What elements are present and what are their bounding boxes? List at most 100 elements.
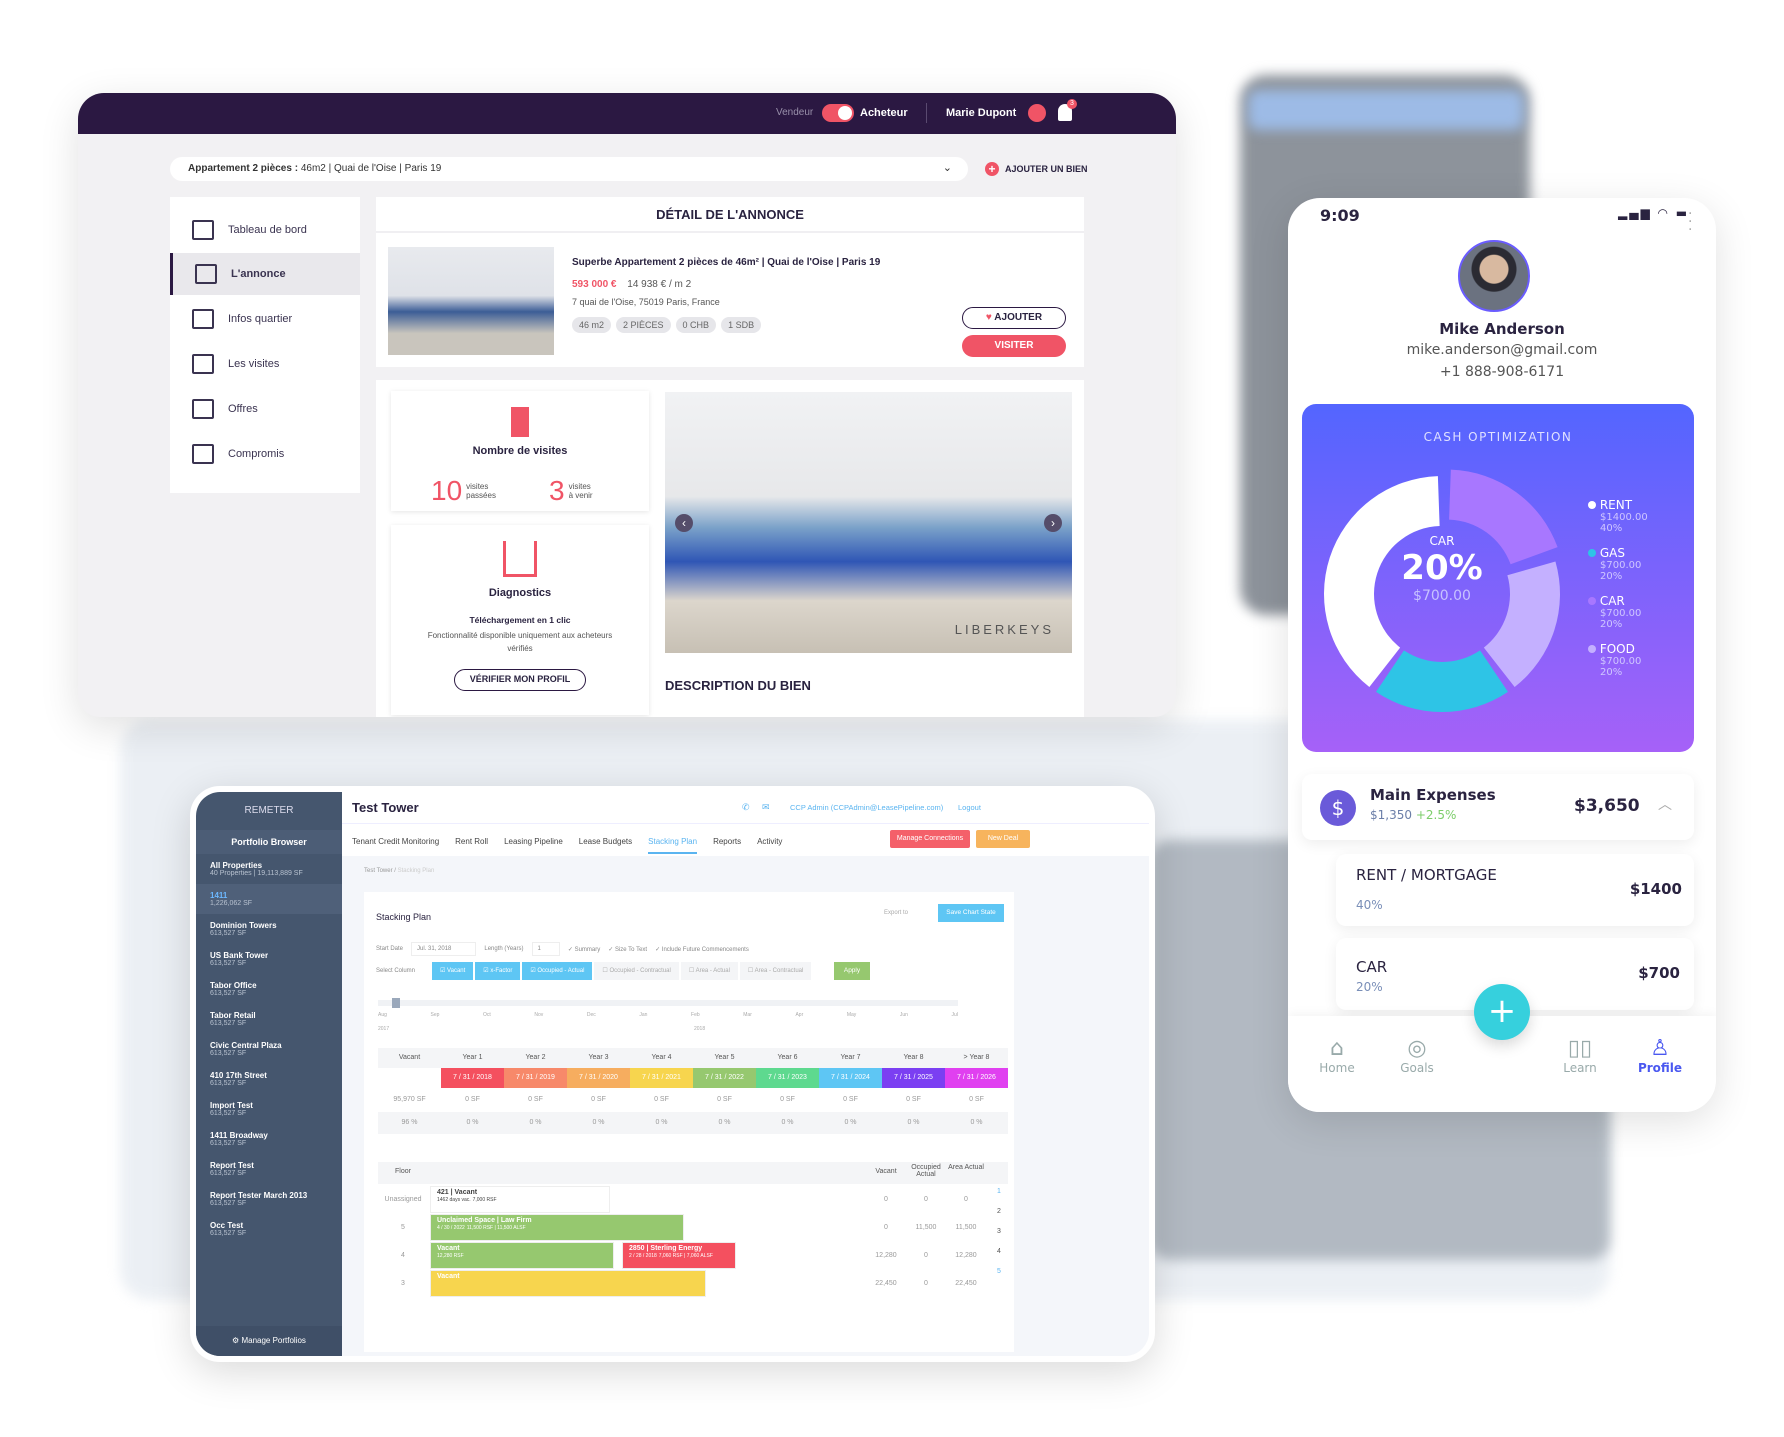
add-property-button[interactable]: + AJOUTER UN BIEN [985, 162, 1088, 176]
tab-rent-roll[interactable]: Rent Roll [455, 837, 488, 846]
page-number[interactable]: 3 [992, 1228, 1006, 1235]
expiration-date-cell[interactable]: 7 / 31 / 2022 [693, 1068, 756, 1088]
legend-item[interactable]: RENT $1400.00 40% [1588, 498, 1648, 534]
column-checkbox[interactable]: ☐ Occupied - Contractual [594, 962, 679, 980]
lease-block[interactable]: Vacant 12,280 RSF [430, 1242, 614, 1269]
column-checkbox[interactable]: ☑ Occupied - Actual [522, 962, 593, 980]
tab-tenant-credit-monitoring[interactable]: Tenant Credit Monitoring [352, 837, 439, 846]
column-checkbox[interactable]: ☐ Area - Actual [680, 962, 738, 980]
buyer-seller-toggle[interactable] [822, 104, 854, 122]
legend-item[interactable]: FOOD $700.00 20% [1588, 642, 1648, 678]
future-commencements-checkbox[interactable]: ✓ Include Future Commencements [655, 946, 749, 953]
logout-link[interactable]: Logout [958, 803, 981, 812]
column-checkbox[interactable]: ☑ Vacant [432, 962, 474, 980]
property-item[interactable]: Occ Test 613,527 SF [196, 1214, 342, 1244]
verify-profile-button[interactable]: VÉRIFIER MON PROFIL [454, 669, 586, 691]
expiration-date-cell[interactable]: 7 / 31 / 2021 [630, 1068, 693, 1088]
expiration-date-cell[interactable]: 7 / 31 / 2018 [441, 1068, 504, 1088]
expiration-date-cell[interactable]: 7 / 31 / 2024 [819, 1068, 882, 1088]
page-number[interactable]: 5 [992, 1268, 1006, 1275]
year-header: Year 5 [693, 1048, 756, 1068]
apply-button[interactable]: Apply [834, 962, 870, 980]
expiration-date-cell[interactable]: 7 / 31 / 2023 [756, 1068, 819, 1088]
legend-item[interactable]: CAR $700.00 20% [1588, 594, 1648, 630]
property-item[interactable]: US Bank Tower 613,527 SF [196, 944, 342, 974]
save-chart-state-button[interactable]: Save Chart State [938, 904, 1004, 922]
more-options-icon[interactable]: · · · [1688, 207, 1692, 237]
property-item[interactable]: 410 17th Street 613,527 SF [196, 1064, 342, 1094]
expiration-date-cell[interactable]: 7 / 31 / 2020 [567, 1068, 630, 1088]
expiration-date-cell[interactable]: 7 / 31 / 2019 [504, 1068, 567, 1088]
property-item[interactable]: Civic Central Plaza 613,527 SF [196, 1034, 342, 1064]
property-photo-carousel[interactable]: ‹ › LIBERKEYS [665, 392, 1072, 653]
slider-handle[interactable] [392, 998, 400, 1008]
expiration-date-cell[interactable]: 7 / 31 / 2025 [882, 1068, 945, 1088]
property-item[interactable]: 1411 1,226,062 SF [196, 884, 342, 914]
column-checkbox[interactable]: ☐ Area - Contractual [739, 962, 812, 980]
tab-learn[interactable]: ▯▯ Learn [1545, 1036, 1615, 1075]
breadcrumb-item[interactable]: Test Tower [364, 868, 393, 874]
page-number[interactable]: 4 [992, 1248, 1006, 1255]
property-item[interactable]: 1411 Broadway 613,527 SF [196, 1124, 342, 1154]
tab-reports[interactable]: Reports [713, 837, 741, 846]
tab-home[interactable]: ⌂ Home [1302, 1036, 1372, 1075]
manage-portfolios-button[interactable]: ⚙ Manage Portfolios [196, 1326, 342, 1356]
add-favorite-button[interactable]: ♥ AJOUTER [962, 307, 1066, 329]
lease-block[interactable]: Vacant [430, 1270, 706, 1297]
start-date-input[interactable]: Jul. 31, 2018 [411, 942, 477, 956]
expense-item-rent[interactable]: RENT / MORTGAGE 40% $1400 [1336, 854, 1694, 926]
carousel-next-icon[interactable]: › [1044, 514, 1062, 532]
nav-infos-quartier[interactable]: Infos quartier [170, 298, 360, 340]
listing-thumbnail[interactable] [388, 247, 554, 355]
user-account-link[interactable]: CCP Admin (CCPAdmin@LeasePipeline.com) [790, 803, 943, 812]
property-item[interactable]: Dominion Towers 613,527 SF [196, 914, 342, 944]
occupied-value: 0 [924, 1280, 928, 1287]
export-excel-button[interactable]: Export to [884, 910, 908, 916]
property-item[interactable]: Report Test 613,527 SF [196, 1154, 342, 1184]
nav-compromis[interactable]: Compromis [170, 433, 360, 475]
timeline-slider[interactable] [378, 998, 958, 1008]
phone-icon[interactable]: ✆ [742, 802, 750, 813]
property-item[interactable]: All Properties 40 Properties | 19,113,889… [196, 854, 342, 884]
main-expenses-row[interactable]: $ Main Expenses $1,350 +2.5% $3,650 ︿ [1302, 774, 1694, 840]
mail-icon[interactable]: ✉ [762, 802, 770, 813]
user-avatar-icon[interactable] [1028, 104, 1046, 122]
donut-slice-gas[interactable] [1376, 650, 1508, 712]
carousel-prev-icon[interactable]: ‹ [675, 514, 693, 532]
chevron-down-icon[interactable]: ⌄ [943, 161, 952, 174]
tab-goals[interactable]: ◎ Goals [1382, 1036, 1452, 1075]
property-item[interactable]: Report Tester March 2013 613,527 SF [196, 1184, 342, 1214]
expiration-date-cell[interactable]: 7 / 31 / 2026 [945, 1068, 1008, 1088]
column-checkbox[interactable]: ☑ x-Factor [475, 962, 521, 980]
property-item[interactable]: Tabor Office 613,527 SF [196, 974, 342, 1004]
nav-tableau-de-bord[interactable]: Tableau de bord [170, 209, 360, 251]
page-number[interactable]: 1 [992, 1188, 1006, 1195]
lease-block[interactable]: 2850 | Sterling Energy 2 / 28 / 2018 7,06… [622, 1242, 736, 1269]
page-number[interactable]: 2 [992, 1208, 1006, 1215]
lease-block[interactable]: Unclaimed Space | Law Firm 4 / 30 / 2022 … [430, 1214, 684, 1241]
visit-button[interactable]: VISITER [962, 335, 1066, 357]
manage-connections-button[interactable]: Manage Connections [890, 830, 970, 848]
property-item[interactable]: Tabor Retail 613,527 SF [196, 1004, 342, 1034]
nav-offres[interactable]: Offres [170, 388, 360, 430]
profile-avatar[interactable] [1458, 240, 1530, 312]
size-to-text-checkbox[interactable]: ✓ Size To Text [608, 946, 647, 953]
length-stepper[interactable]: 1 [531, 942, 560, 956]
lease-block[interactable]: 421 | Vacant 1462 days vac. 7,000 RSF [430, 1186, 610, 1213]
summary-checkbox[interactable]: ✓ Summary [568, 946, 600, 953]
chevron-up-icon[interactable]: ︿ [1658, 794, 1672, 814]
tab-leasing-pipeline[interactable]: Leasing Pipeline [504, 837, 563, 846]
property-item[interactable]: Import Test 613,527 SF [196, 1094, 342, 1124]
nav-visites[interactable]: Les visites [170, 343, 360, 385]
nav-annonce[interactable]: L'annonce [170, 253, 360, 295]
legend-item[interactable]: GAS $700.00 20% [1588, 546, 1648, 582]
new-deal-button[interactable]: New Deal [976, 830, 1030, 848]
tab-stacking-plan[interactable]: Stacking Plan [648, 837, 698, 854]
listing-title[interactable]: Superbe Appartement 2 pièces de 46m² | Q… [572, 257, 880, 268]
add-fab-button[interactable]: + [1474, 984, 1530, 1040]
tab-lease-budgets[interactable]: Lease Budgets [579, 837, 632, 846]
property-selector[interactable]: Appartement 2 pièces : 46m2 | Quai de l'… [170, 157, 968, 181]
tab-activity[interactable]: Activity [757, 837, 782, 846]
tab-profile[interactable]: ♙ Profile [1625, 1036, 1695, 1075]
user-name[interactable]: Marie Dupont [946, 107, 1016, 119]
